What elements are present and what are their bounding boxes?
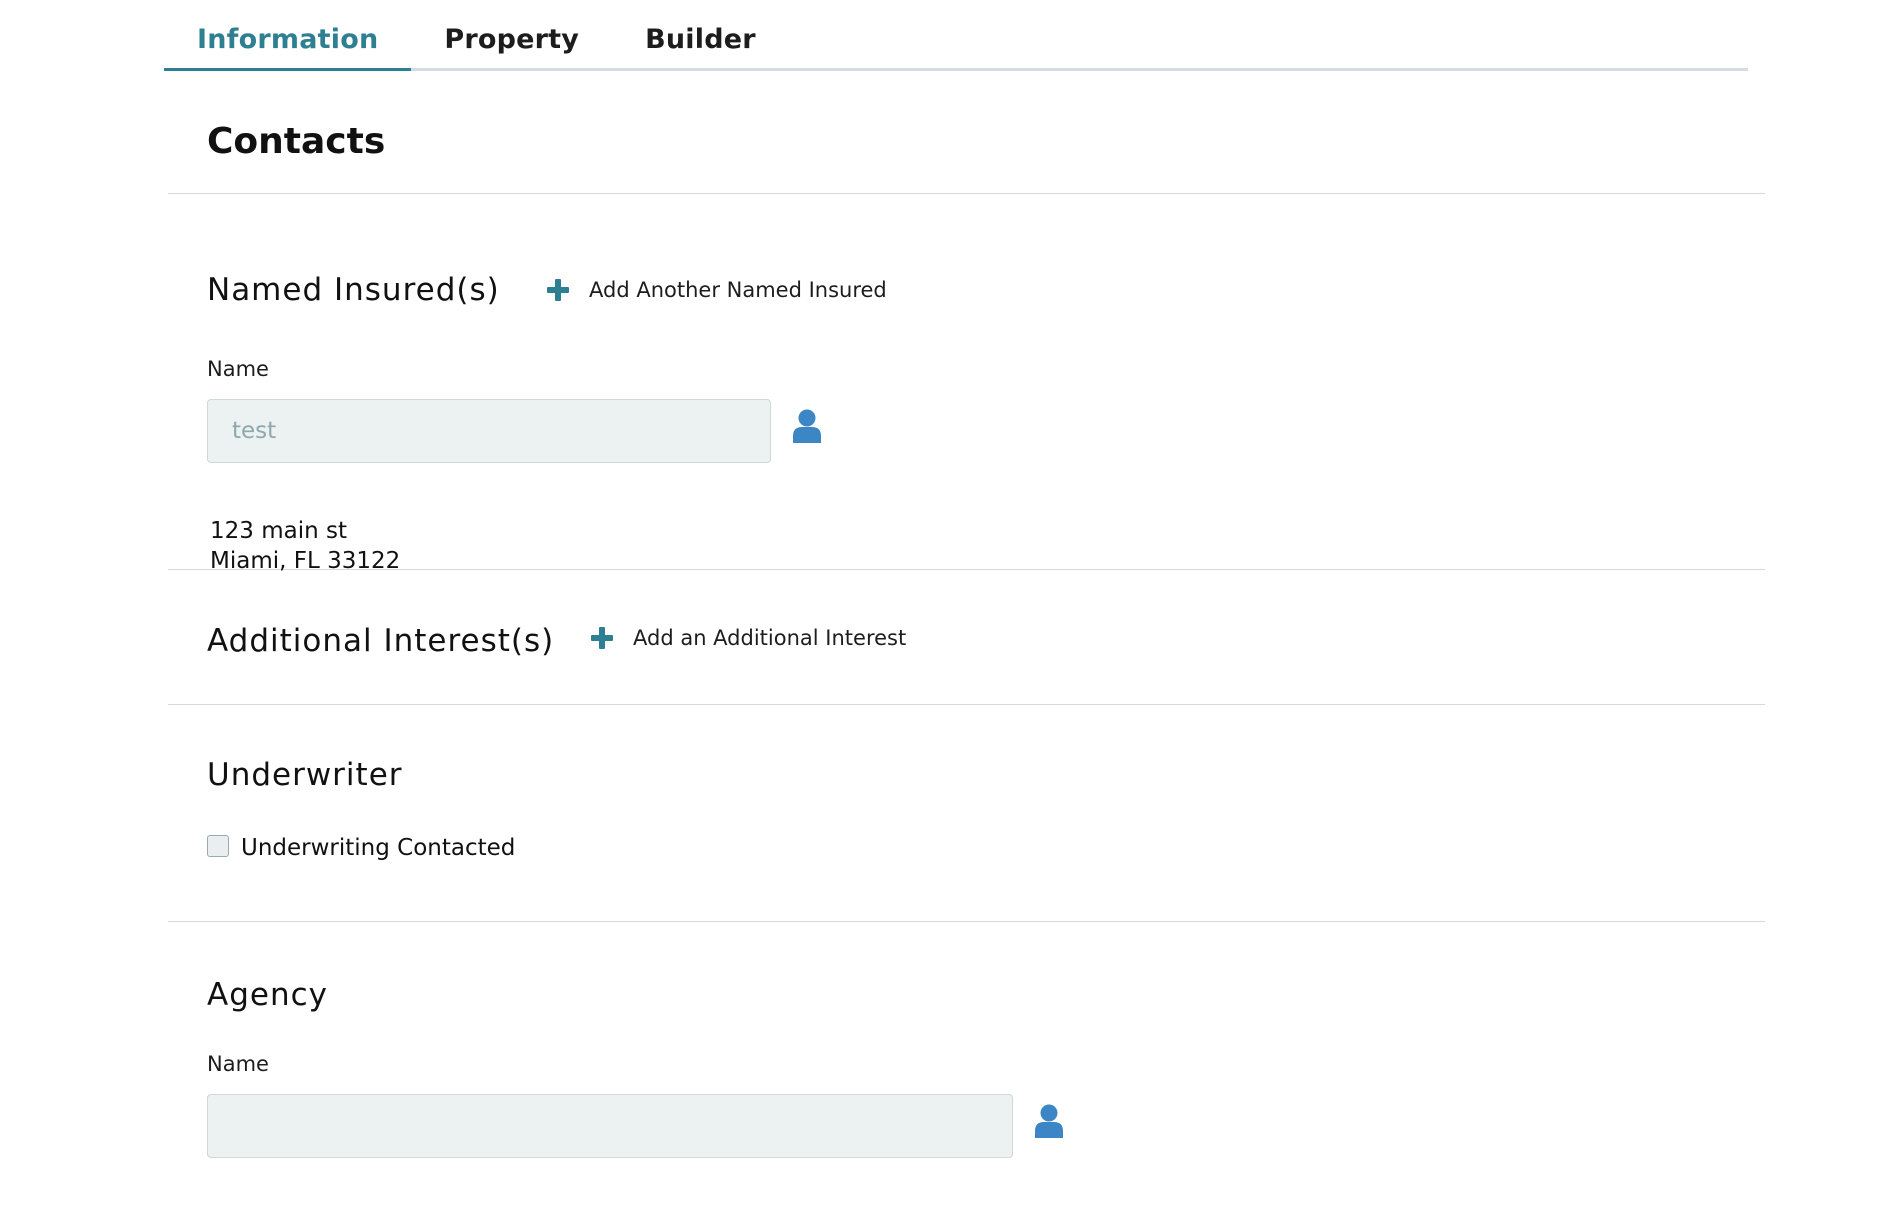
contacts-page: Information Property Builder Contacts Na… <box>0 0 1904 1224</box>
named-insured-name-input[interactable] <box>207 399 771 463</box>
plus-icon <box>591 627 613 649</box>
agency-section: Agency Name <box>168 922 1765 1224</box>
named-insured-section: Named Insured(s) Add Another Named Insur… <box>168 194 1765 574</box>
plus-icon <box>547 279 569 301</box>
contacts-header-section: Contacts <box>168 71 1765 194</box>
address-line-1: 123 main st <box>210 518 347 544</box>
underwriter-title: Underwriter <box>207 757 403 793</box>
tab-bar: Information Property Builder <box>164 0 1748 71</box>
underwriting-contacted-label: Underwriting Contacted <box>241 835 516 861</box>
add-additional-interest-button[interactable]: Add an Additional Interest <box>591 626 906 650</box>
named-insured-name-label: Name <box>207 357 269 381</box>
person-icon <box>793 409 821 443</box>
add-named-insured-button[interactable]: Add Another Named Insured <box>547 278 887 302</box>
underwriter-section: Underwriter Underwriting Contacted <box>168 705 1765 922</box>
underwriting-contacted-checkbox[interactable] <box>207 835 229 857</box>
agency-name-input[interactable] <box>207 1094 1013 1158</box>
underwriting-contacted-row: Underwriting Contacted <box>207 835 515 861</box>
page-title: Contacts <box>207 121 386 162</box>
agency-lookup-button[interactable] <box>1035 1104 1063 1138</box>
tab-information[interactable]: Information <box>164 0 412 71</box>
agency-title: Agency <box>207 977 328 1013</box>
agency-name-label: Name <box>207 1052 269 1076</box>
named-insured-lookup-button[interactable] <box>793 409 821 443</box>
tab-property[interactable]: Property <box>411 0 612 71</box>
named-insured-address: 123 main st Miami, FL 33122 <box>210 516 400 576</box>
contacts-content: Contacts Named Insured(s) Add Another Na… <box>168 71 1765 1224</box>
add-named-insured-label: Add Another Named Insured <box>589 278 887 302</box>
additional-interest-section: Additional Interest(s) Add an Additional… <box>168 570 1765 705</box>
add-additional-interest-label: Add an Additional Interest <box>633 626 907 650</box>
named-insured-title: Named Insured(s) <box>207 272 500 308</box>
additional-interest-title: Additional Interest(s) <box>207 623 555 659</box>
tab-builder[interactable]: Builder <box>612 0 789 71</box>
person-icon <box>1035 1104 1063 1138</box>
